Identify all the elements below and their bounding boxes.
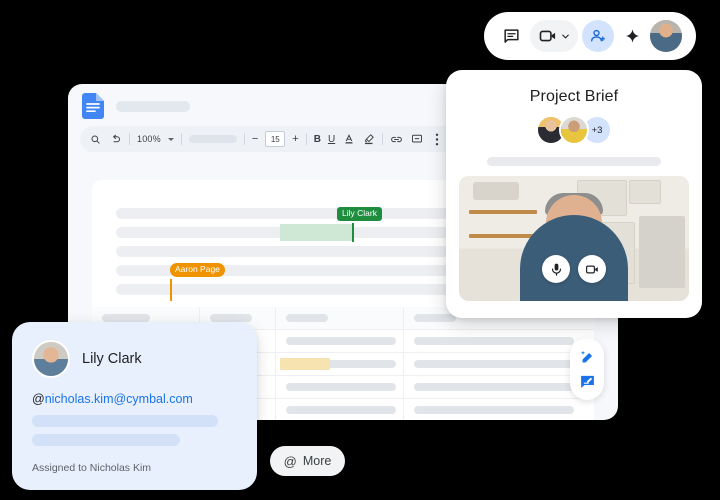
more-button[interactable]: @ More (270, 446, 345, 476)
gemini-sparkle-icon[interactable] (618, 22, 646, 50)
comment-author-name: Lily Clark (82, 351, 142, 367)
kitchen-shelf (469, 234, 537, 238)
kitchen-shelf (469, 210, 537, 214)
comment-mention: @nicholas.kim@cymbal.com (32, 392, 237, 406)
ai-magic-pen-icon[interactable] (579, 349, 596, 366)
highlighter-icon[interactable] (362, 133, 375, 146)
undo-icon[interactable] (109, 133, 122, 146)
table-cell[interactable] (404, 353, 594, 375)
ai-tools-pill (570, 338, 604, 400)
participant-avatars: +3 (446, 115, 702, 145)
text-color-icon[interactable] (342, 133, 355, 146)
collaborator-caret-aaron (170, 279, 172, 301)
kitchen-hood (473, 182, 519, 200)
avatar-image (561, 117, 587, 143)
table-cell[interactable] (276, 353, 404, 375)
cell-placeholder (414, 406, 574, 414)
collaborator-selection-lily (280, 224, 352, 241)
table-cell[interactable] (404, 399, 594, 420)
table-cell[interactable] (276, 376, 404, 398)
avatar[interactable] (650, 20, 682, 52)
avatar-image (650, 20, 682, 52)
mention-email-link[interactable]: nicholas.kim@cymbal.com (45, 392, 193, 406)
collaborator-tag-aaron: Aaron Page (170, 263, 225, 277)
avatar[interactable] (559, 115, 589, 145)
add-people-button[interactable] (582, 20, 614, 52)
table-cell[interactable] (276, 330, 404, 352)
video-camera-icon (538, 26, 558, 46)
add-comment-icon[interactable] (410, 133, 423, 146)
kitchen-cabinet (629, 180, 661, 204)
more-options-icon[interactable] (430, 133, 443, 146)
project-brief-card: Project Brief +3 (446, 70, 702, 318)
font-size-input[interactable]: 15 (265, 131, 286, 147)
chevron-down-icon[interactable] (167, 137, 174, 141)
toolbar-divider (305, 133, 307, 145)
video-controls (459, 255, 689, 283)
comment-author-row: Lily Clark (32, 340, 237, 378)
comment-assignment-text: Assigned to Nicholas Kim (32, 462, 152, 474)
mention-prefix: @ (32, 392, 45, 406)
page-title: Project Brief (529, 88, 619, 105)
screenshot-stage: 100% − 15 + B U Lily Clark Aaron Page Pr… (0, 0, 720, 500)
bold-button[interactable]: B (314, 134, 321, 145)
table-cell[interactable] (404, 376, 594, 398)
toolbar-divider (243, 133, 245, 145)
brief-text-placeholder (487, 157, 661, 166)
font-family-placeholder[interactable] (188, 135, 237, 143)
toolbar-divider (382, 133, 384, 145)
meet-toolbar (484, 12, 696, 60)
cell-placeholder (286, 314, 328, 322)
toolbar-divider (180, 133, 182, 145)
more-button-label: More (302, 454, 332, 468)
cell-placeholder (210, 314, 252, 322)
comment-text-placeholder (32, 434, 180, 446)
camera-dropdown-button[interactable] (530, 20, 578, 52)
table-header-cell[interactable] (276, 307, 404, 329)
underline-button[interactable]: U (328, 134, 335, 145)
comment-text-placeholder (32, 415, 218, 427)
zoom-level-value[interactable]: 100% (137, 134, 161, 144)
cell-highlight (280, 358, 330, 370)
table-cell[interactable] (404, 330, 594, 352)
avatar[interactable] (32, 340, 70, 378)
table-cell[interactable] (276, 399, 404, 420)
font-size-increase-button[interactable]: + (292, 133, 298, 145)
cell-placeholder (286, 337, 396, 345)
search-icon[interactable] (89, 133, 102, 146)
at-mention-icon: @ (283, 453, 297, 469)
add-people-icon (589, 27, 607, 45)
microphone-button[interactable] (542, 255, 570, 283)
google-docs-icon (82, 93, 104, 119)
toolbar-divider (129, 133, 130, 145)
font-size-decrease-button[interactable]: − (252, 133, 258, 145)
comment-card: Lily Clark @nicholas.kim@cymbal.com Assi… (12, 322, 257, 490)
video-tile[interactable] (459, 176, 689, 301)
cell-placeholder (286, 383, 396, 391)
doc-title-placeholder[interactable] (116, 100, 190, 112)
cell-placeholder (414, 383, 574, 391)
chat-bubble-icon[interactable] (496, 21, 526, 51)
cell-placeholder (102, 314, 150, 322)
camera-button[interactable] (578, 255, 606, 283)
cell-placeholder (414, 337, 574, 345)
chevron-down-icon (560, 31, 571, 42)
cell-placeholder (286, 406, 396, 414)
cell-placeholder (414, 360, 574, 368)
avatar-image (34, 342, 68, 376)
comment-edit-icon[interactable] (579, 373, 596, 390)
insert-link-icon[interactable] (390, 133, 403, 146)
collaborator-caret-lily (352, 223, 354, 242)
collaborator-tag-lily: Lily Clark (337, 207, 382, 221)
cell-placeholder (414, 314, 456, 322)
